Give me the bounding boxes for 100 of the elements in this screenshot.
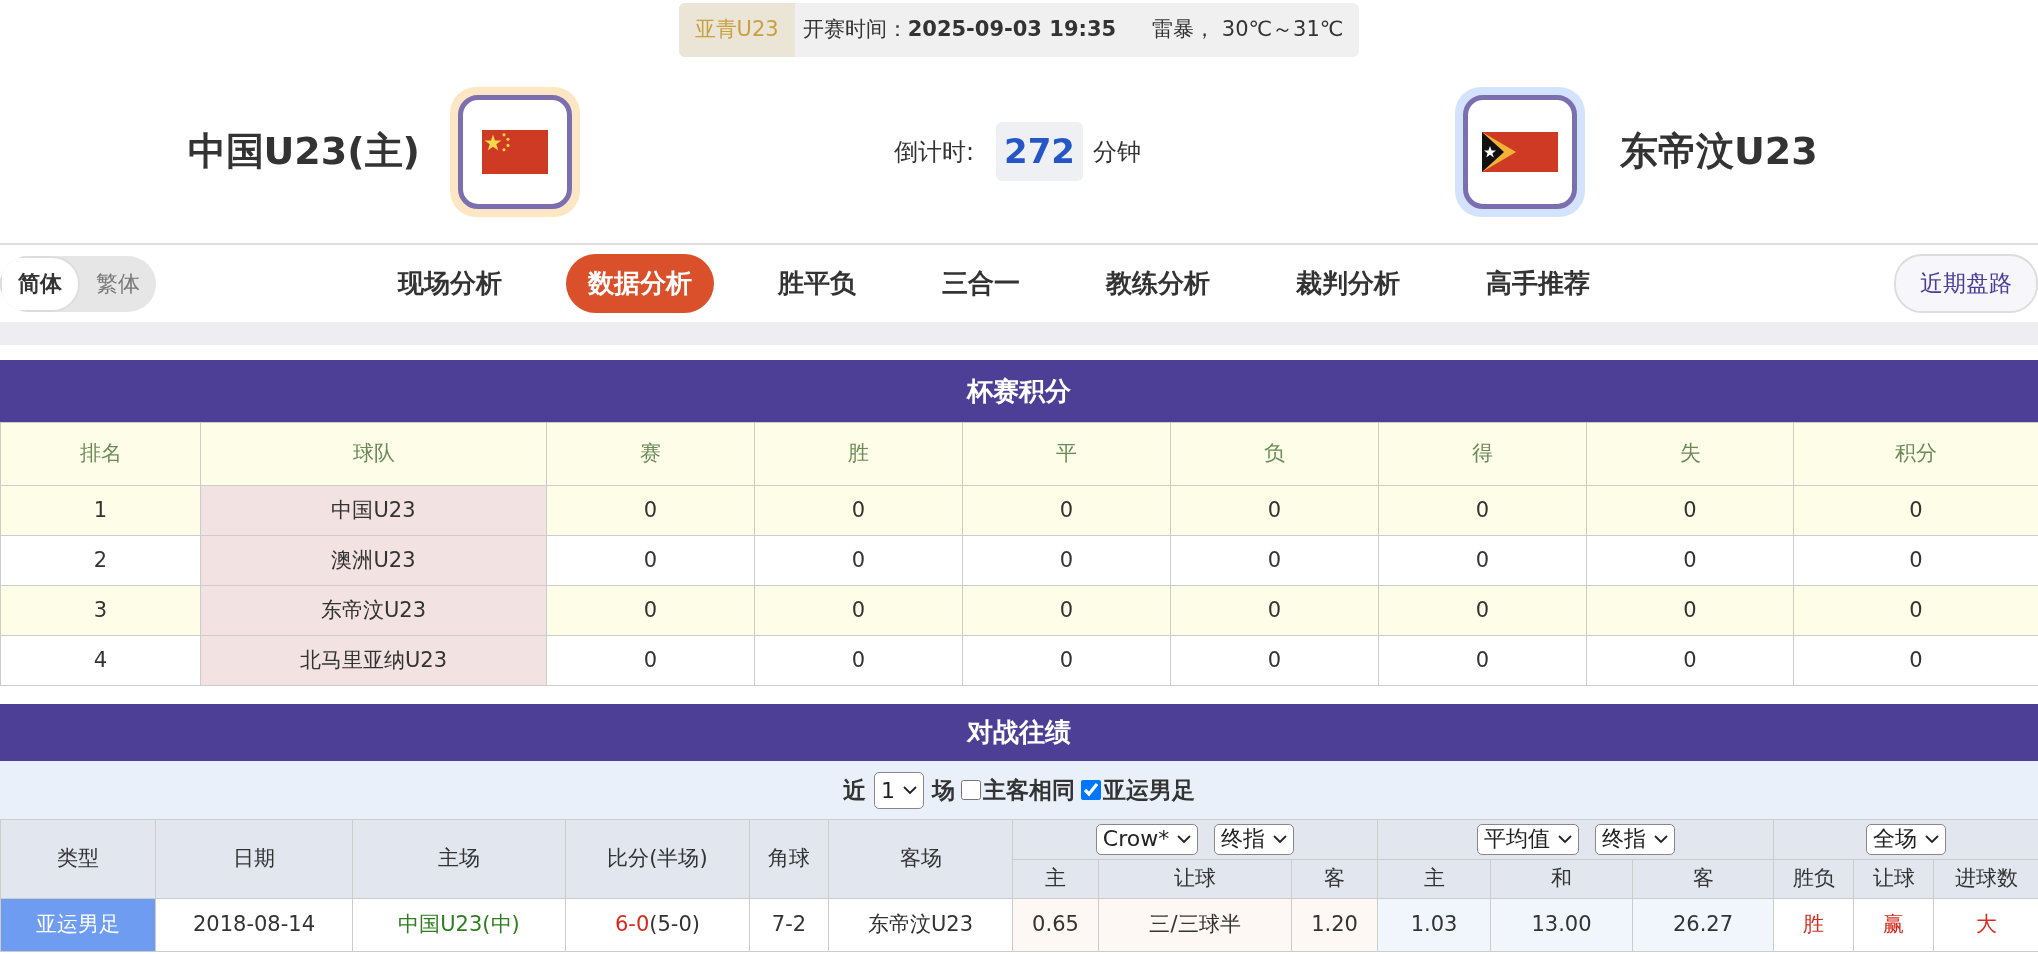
table-cell: 0 — [546, 535, 755, 586]
column-header: 和 — [1490, 859, 1633, 899]
table-cell: 胜 — [1773, 898, 1854, 952]
table-cell: 2018-08-14 — [155, 898, 353, 952]
column-header: 客场 — [828, 819, 1013, 899]
column-header: 胜负 — [1773, 859, 1854, 899]
caret-icon — [1177, 835, 1192, 844]
checkbox[interactable] — [961, 780, 981, 800]
column-header: 排名 — [0, 422, 201, 486]
language-option[interactable]: 繁体 — [80, 255, 156, 312]
countdown-unit: 分钟 — [1093, 136, 1142, 168]
table-cell: 1.03 — [1377, 898, 1491, 952]
table-cell: 0 — [546, 635, 755, 686]
odds-dropdown[interactable]: 终指 — [1214, 824, 1295, 855]
table-cell: 赢 — [1853, 898, 1934, 952]
kickoff-time: 2025-09-03 19:35 — [907, 16, 1117, 44]
table-cell: 0 — [1378, 585, 1587, 636]
table-cell: 26.27 — [1632, 898, 1774, 952]
table-cell: 澳洲U23 — [200, 535, 547, 586]
table-cell: 4 — [0, 635, 201, 686]
caret-icon — [1925, 835, 1940, 844]
nav-tab[interactable]: 高手推荐 — [1464, 254, 1612, 313]
table-cell: 大 — [1933, 898, 2038, 952]
table-cell: 0 — [1793, 585, 2038, 636]
filter-label: 近 — [843, 775, 866, 805]
caret-icon — [903, 785, 917, 795]
nav-tab[interactable]: 三合一 — [920, 254, 1042, 313]
table-cell: 0 — [1170, 635, 1379, 686]
table-cell: 0 — [546, 585, 755, 636]
odds-dropdown[interactable]: Crow* — [1095, 824, 1199, 855]
language-option[interactable]: 简体 — [0, 255, 80, 312]
nav-tab[interactable]: 教练分析 — [1084, 254, 1232, 313]
column-header: 得 — [1378, 422, 1587, 486]
table-cell: 2 — [0, 535, 201, 586]
column-header: 客 — [1632, 859, 1774, 899]
caret-icon — [1653, 835, 1668, 844]
nav-tab[interactable]: 数据分析 — [566, 254, 714, 313]
kickoff-label: 开赛时间： — [802, 16, 908, 44]
countdown-value: 272 — [996, 122, 1084, 181]
section-title: 杯赛积分 — [967, 374, 1071, 408]
table-cell: 东帝汶U23 — [828, 898, 1013, 952]
checkbox[interactable] — [1081, 780, 1101, 800]
table-cell: 北马里亚纳U23 — [200, 635, 547, 686]
table-cell: 中国U23(中) — [352, 898, 566, 952]
table-cell: 0 — [1378, 485, 1587, 536]
table-cell: 0 — [1378, 635, 1587, 686]
table-cell: 0 — [962, 585, 1171, 636]
table-cell: 0 — [1378, 535, 1587, 586]
weather-text: 雷暴， 30℃～31℃ — [1152, 16, 1344, 44]
type-cell: 亚运男足 — [0, 898, 156, 952]
table-cell: 中国U23 — [200, 485, 547, 536]
caret-icon — [1273, 835, 1288, 844]
column-header: 球队 — [200, 422, 547, 486]
table-cell: 0 — [1170, 535, 1379, 586]
column-header: 进球数 — [1933, 859, 2038, 899]
odds-dropdown[interactable]: 平均值 — [1476, 824, 1579, 855]
checkbox-label: 主客相同 — [983, 775, 1075, 805]
table-cell: 0 — [1170, 485, 1379, 536]
table-cell: 3 — [0, 585, 201, 636]
count-dropdown[interactable]: 1 — [874, 771, 924, 809]
nav-tab[interactable]: 现场分析 — [376, 254, 524, 313]
column-header: 平 — [962, 422, 1171, 486]
table-cell: 0 — [1586, 585, 1794, 636]
table-cell: 0 — [1586, 635, 1794, 686]
flag-icon — [1482, 131, 1558, 172]
table-cell: 7-2 — [749, 898, 829, 952]
table-cell: 0 — [754, 635, 963, 686]
table-cell: 0 — [754, 585, 963, 636]
table-cell: 1 — [0, 485, 201, 536]
language-toggle[interactable]: 简体 繁体 — [0, 255, 156, 312]
score-cell: 6-0(5-0) — [565, 898, 750, 952]
table-cell: 0.65 — [1012, 898, 1099, 952]
nav-tab[interactable]: 胜平负 — [756, 254, 878, 313]
table-cell: 0 — [962, 485, 1171, 536]
odds-dropdown[interactable]: 全场 — [1866, 824, 1947, 855]
countdown-label: 倒计时: — [893, 136, 975, 168]
column-header: 类型 — [0, 819, 156, 899]
table-cell: 三/三球半 — [1098, 898, 1292, 952]
column-header: 角球 — [749, 819, 829, 899]
table-cell: 0 — [1793, 485, 2038, 536]
column-header: 让球 — [1098, 859, 1292, 899]
nav-tab[interactable]: 裁判分析 — [1274, 254, 1422, 313]
table-cell: 0 — [754, 485, 963, 536]
table-cell: 1.20 — [1291, 898, 1378, 952]
table-cell: 0 — [546, 485, 755, 536]
table-cell: 0 — [754, 535, 963, 586]
flag-icon — [482, 129, 548, 174]
table-cell: 东帝汶U23 — [200, 585, 547, 636]
table-cell: 0 — [962, 535, 1171, 586]
odds-dropdown[interactable]: 终指 — [1594, 824, 1675, 855]
table-cell: 0 — [1586, 535, 1794, 586]
column-header: 主 — [1012, 859, 1099, 899]
recent-odds-button[interactable]: 近期盘路 — [1894, 254, 2038, 313]
column-header: 比分(半场) — [565, 819, 750, 899]
column-header: 主 — [1377, 859, 1491, 899]
checkbox-label: 亚运男足 — [1103, 775, 1195, 805]
column-header: 主场 — [352, 819, 566, 899]
section-title: 对战往绩 — [967, 716, 1071, 749]
column-header: 积分 — [1793, 422, 2038, 486]
column-header: 日期 — [155, 819, 353, 899]
